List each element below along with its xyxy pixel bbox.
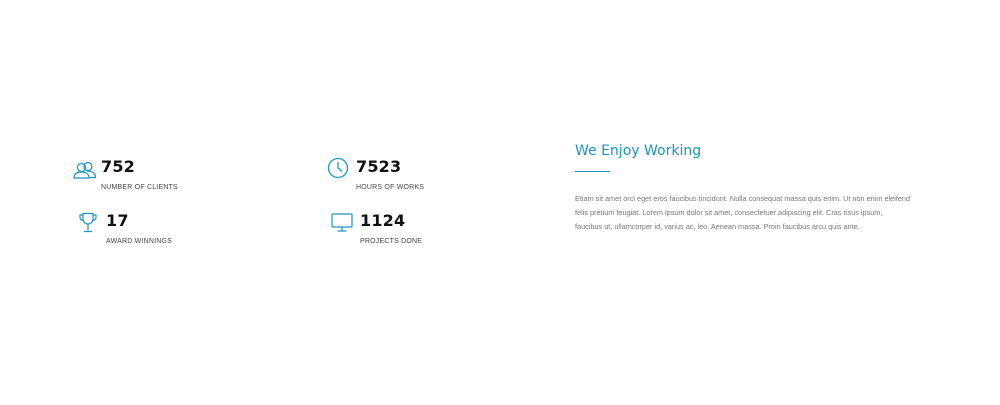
stat-label: NUMBER OF CLIENTS [101, 184, 178, 191]
stat-clients: 752 NUMBER OF CLIENTS [72, 157, 212, 198]
stat-label: PROJECTS DONE [360, 238, 423, 245]
about-section: We Enjoy Working Etiam sit amet orci ege… [575, 141, 910, 234]
stat-hours: 7523 HOURS OF WORKS [327, 157, 467, 198]
stat-label: HOURS OF WORKS [356, 184, 425, 191]
stat-projects: 1124 PROJECTS DONE [331, 211, 471, 252]
stat-label: AWARD WINNINGS [106, 238, 173, 245]
stat-value: 1124 [360, 211, 406, 230]
users-icon [72, 159, 98, 185]
page: 752 NUMBER OF CLIENTS 7523 HOURS OF WORK… [0, 0, 1000, 405]
monitor-icon [331, 212, 353, 234]
stat-value: 17 [106, 211, 129, 230]
stat-value: 752 [101, 157, 135, 176]
stat-awards: 17 AWARD WINNINGS [77, 211, 217, 252]
stat-value: 7523 [356, 157, 402, 176]
clock-icon [327, 157, 349, 179]
section-body: Etiam sit amet orci eget eros faucibus t… [575, 194, 911, 231]
title-divider [575, 171, 610, 172]
section-title: We Enjoy Working [575, 143, 702, 159]
trophy-icon [77, 212, 99, 234]
